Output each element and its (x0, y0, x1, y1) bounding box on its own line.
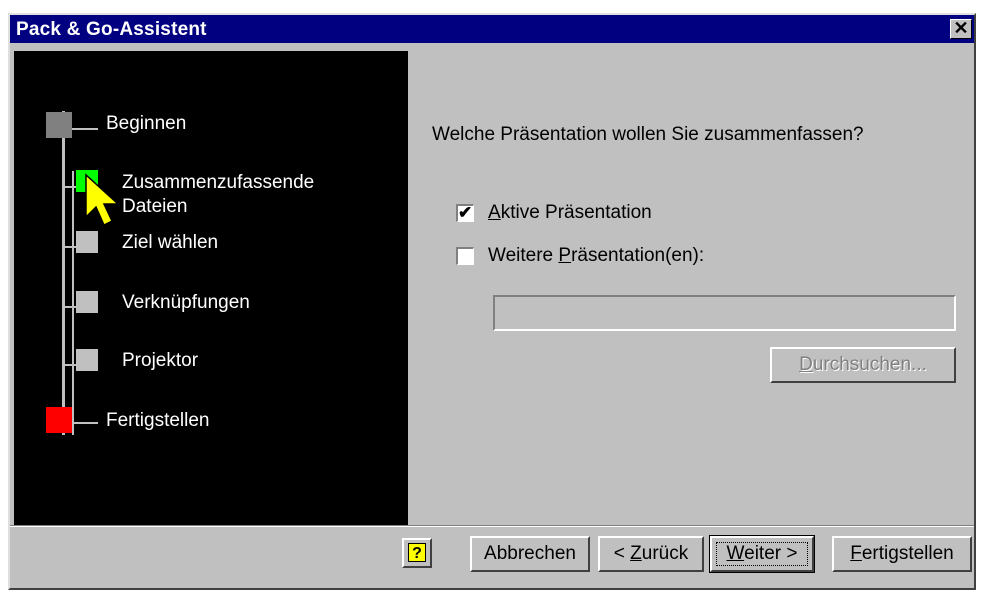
footer-separator (10, 525, 974, 527)
next-button[interactable]: Weiter > (709, 535, 815, 573)
other-presentations-label[interactable]: Weitere Präsentation(en): (488, 245, 704, 267)
wizard-steps-panel: Beginnen Zusammenzufassende Dateien Ziel… (14, 51, 408, 525)
question-text: Welche Präsentation wollen Sie zusammenf… (432, 124, 864, 145)
step-label-dateien: Zusammenzufassende Dateien (122, 172, 315, 217)
steps-connector-line (72, 171, 74, 435)
help-icon: ? (408, 543, 426, 562)
cancel-button[interactable]: Abbrechen (470, 536, 590, 572)
close-icon: ✕ (953, 18, 969, 38)
step-marker-verknuepfungen (76, 291, 98, 313)
steps-connector-line (62, 111, 65, 435)
options-panel: Welche Präsentation wollen Sie zusammenf… (408, 51, 972, 525)
cancel-button-label: Abbrechen (484, 543, 576, 564)
other-presentations-checkbox[interactable] (456, 247, 474, 265)
step-marker-ziel (76, 231, 98, 253)
step-label-projektor: Projektor (122, 350, 199, 371)
step-label-beginnen: Beginnen (106, 113, 187, 134)
finish-button[interactable]: Fertigstellen (832, 536, 972, 572)
step-label-verknuepfungen: Verknüpfungen (122, 292, 250, 313)
checkmark-icon: ✔ (458, 203, 473, 222)
step-label-fertigstellen: Fertigstellen (106, 410, 210, 431)
presentation-path-field (493, 295, 956, 331)
help-button[interactable]: ? (402, 538, 432, 568)
browse-button: Durchsuchen... (770, 347, 956, 383)
step-label-ziel: Ziel wählen (122, 232, 219, 253)
close-button[interactable]: ✕ (950, 19, 972, 39)
active-presentation-label[interactable]: Aktive Präsentation (488, 202, 652, 224)
back-button[interactable]: < Zurück (598, 536, 704, 572)
window-title: Pack & Go-Assistent (16, 19, 207, 40)
step-marker-beginnen (46, 112, 72, 138)
active-presentation-checkbox[interactable]: ✔ (456, 203, 474, 222)
step-marker-projektor (76, 349, 98, 371)
title-bar[interactable]: Pack & Go-Assistent ✕ (10, 15, 974, 43)
step-marker-fertigstellen (46, 407, 72, 433)
arrow-cursor-icon (85, 173, 120, 227)
pack-and-go-dialog: Pack & Go-Assistent ✕ Beginnen Zusammenz… (8, 13, 976, 590)
